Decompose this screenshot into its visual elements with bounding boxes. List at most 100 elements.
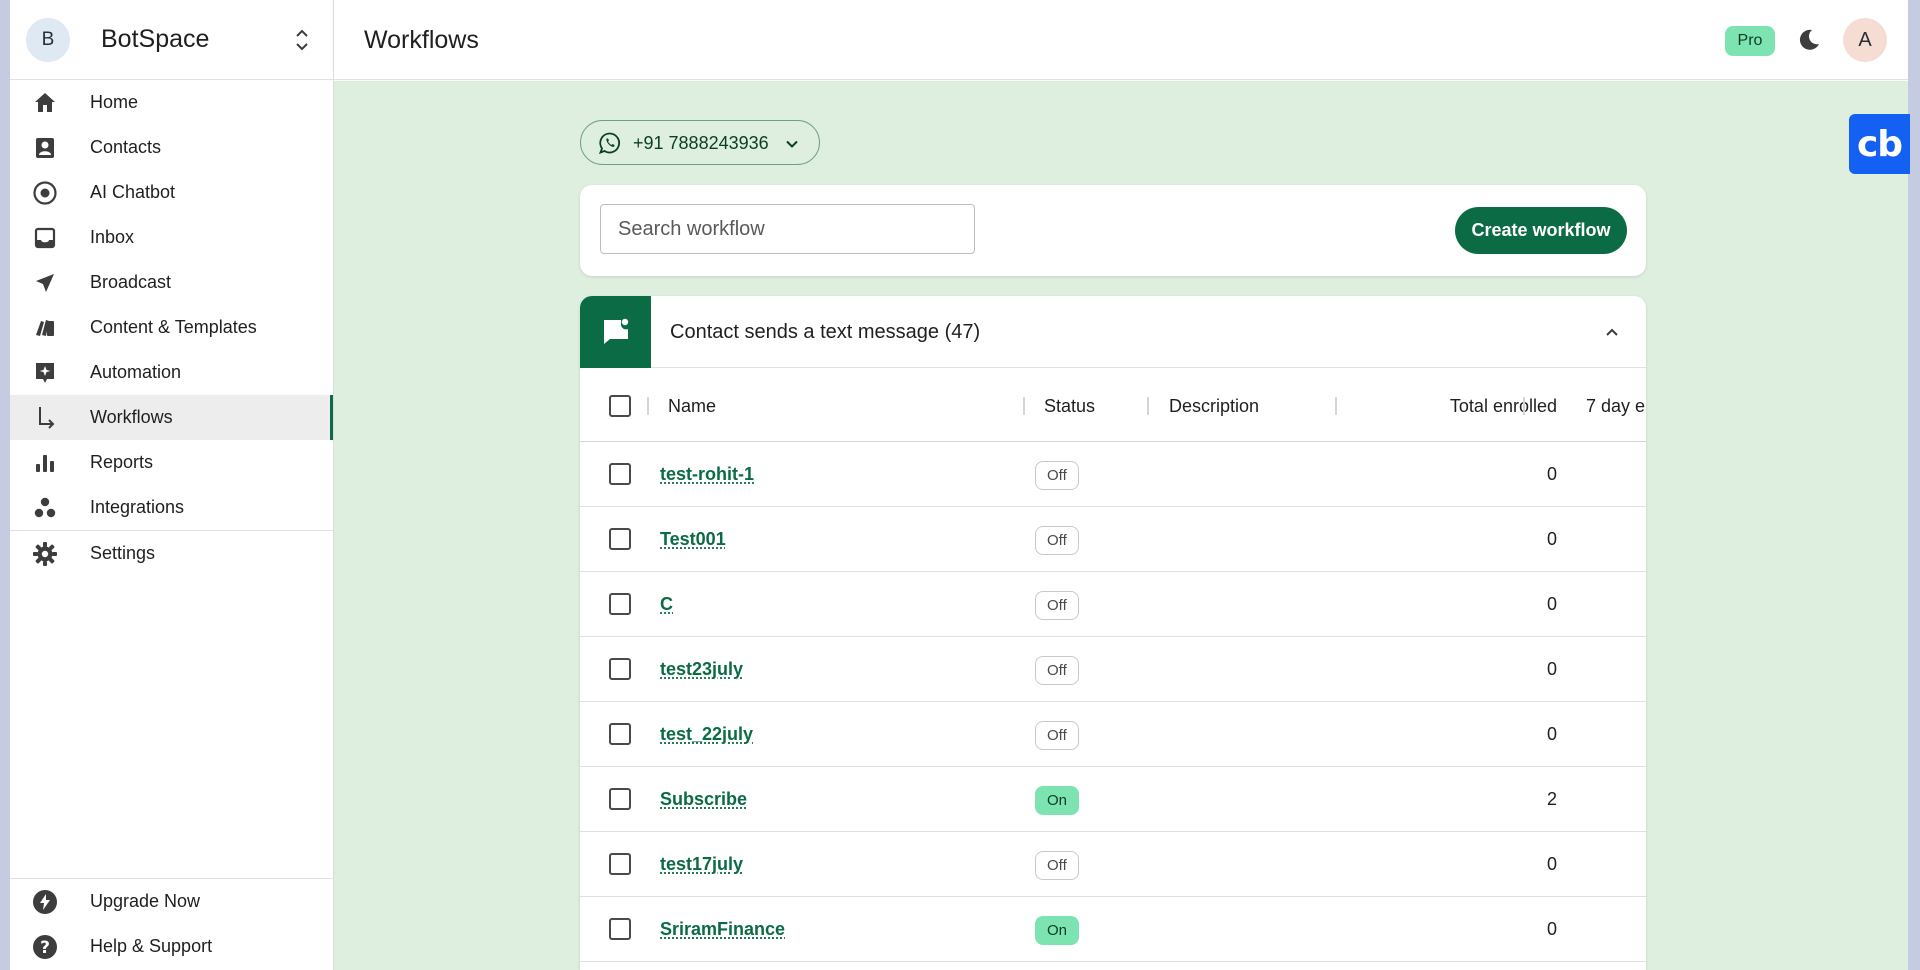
- dark-mode-toggle-icon[interactable]: [1796, 27, 1822, 53]
- workflow-name-link[interactable]: test23july: [660, 659, 743, 680]
- row-checkbox[interactable]: [609, 918, 631, 940]
- column-header-total-enrolled[interactable]: Total enrolled: [1400, 396, 1557, 417]
- column-separator: [1023, 397, 1025, 415]
- sidebar-item-home[interactable]: Home: [10, 80, 333, 125]
- user-avatar[interactable]: A: [1843, 18, 1887, 62]
- workflow-name-link[interactable]: Subscribe: [660, 789, 747, 810]
- status-badge[interactable]: Off: [1035, 851, 1079, 880]
- column-separator: [1523, 397, 1525, 415]
- chevron-down-icon: [786, 140, 798, 148]
- select-all-checkbox[interactable]: [609, 395, 631, 417]
- status-badge[interactable]: Off: [1035, 526, 1079, 555]
- sidebar-item-integrations[interactable]: Integrations: [10, 485, 333, 530]
- ai-chatbot-icon: [32, 180, 58, 206]
- integrations-icon: [32, 495, 58, 521]
- automation-icon: [32, 360, 58, 386]
- floating-widget-button[interactable]: cb: [1849, 114, 1910, 174]
- status-badge[interactable]: Off: [1035, 461, 1079, 490]
- column-separator: [647, 397, 649, 415]
- home-icon: [32, 90, 58, 116]
- search-bar-card: Create workflow: [580, 185, 1646, 276]
- sidebar-item-label: Workflows: [90, 407, 173, 427]
- status-badge[interactable]: Off: [1035, 591, 1079, 620]
- workspace-name: BotSpace: [101, 25, 210, 53]
- sidebar: B BotSpace Home Contacts AI Chatbot Inbo…: [10, 0, 334, 970]
- sidebar-item-label: Home: [90, 92, 139, 112]
- row-checkbox[interactable]: [609, 593, 631, 615]
- row-checkbox[interactable]: [609, 528, 631, 550]
- status-badge[interactable]: Off: [1035, 721, 1079, 750]
- sidebar-item-workflows[interactable]: Workflows: [10, 395, 333, 440]
- status-badge[interactable]: On: [1035, 916, 1080, 945]
- message-trigger-icon: [580, 296, 651, 368]
- sidebar-item-automation[interactable]: Automation: [10, 350, 333, 395]
- create-workflow-button[interactable]: Create workflow: [1455, 207, 1627, 254]
- column-separator: [1147, 397, 1149, 415]
- svg-text:?: ?: [40, 938, 50, 958]
- column-separator: [1335, 397, 1337, 415]
- workflow-name-link[interactable]: test_22july: [660, 724, 753, 745]
- sidebar-item-label: Inbox: [90, 227, 135, 247]
- chevron-up-down-icon[interactable]: [292, 26, 312, 54]
- table-row: C Off 0: [580, 572, 1646, 637]
- table-row: test_22july Off 0: [580, 702, 1646, 767]
- search-input[interactable]: [600, 204, 975, 254]
- column-header-7-day-enrolled[interactable]: 7 day enro: [1586, 396, 1646, 417]
- sidebar-item-upgrade[interactable]: Upgrade Now: [10, 879, 334, 924]
- sidebar-item-label: Contacts: [90, 137, 162, 157]
- total-enrolled-value: 0: [1546, 919, 1557, 939]
- table-row: test-rohit-1 Off 0: [580, 442, 1646, 507]
- sidebar-item-ai-chatbot[interactable]: AI Chatbot: [10, 170, 333, 215]
- sidebar-item-broadcast[interactable]: Broadcast: [10, 260, 333, 305]
- sidebar-item-inbox[interactable]: Inbox: [10, 215, 333, 260]
- workflow-name-link[interactable]: test17july: [660, 854, 743, 875]
- column-header-status[interactable]: Status: [1044, 396, 1095, 417]
- total-enrolled-value: 0: [1546, 529, 1557, 549]
- total-enrolled-value: 0: [1546, 659, 1557, 679]
- sidebar-item-label: AI Chatbot: [90, 182, 176, 202]
- workspace-switcher[interactable]: B BotSpace: [10, 0, 333, 80]
- row-checkbox[interactable]: [609, 658, 631, 680]
- sidebar-bottom: Upgrade Now ? Help & Support: [10, 878, 334, 969]
- row-checkbox[interactable]: [609, 463, 631, 485]
- sidebar-item-label: Automation: [90, 362, 182, 382]
- sidebar-item-help[interactable]: ? Help & Support: [10, 924, 334, 969]
- workflow-group-title: Contact sends a text message (47): [670, 321, 981, 343]
- broadcast-icon: [32, 270, 58, 296]
- row-checkbox[interactable]: [609, 788, 631, 810]
- workflow-name-link[interactable]: test-rohit-1: [660, 464, 754, 485]
- phone-number-select[interactable]: +91 7888243936: [580, 120, 820, 165]
- top-bar: Workflows Pro A: [334, 0, 1908, 80]
- workflow-group-card: Contact sends a text message (47) Name S…: [580, 296, 1646, 970]
- total-enrolled-value: 0: [1546, 594, 1557, 614]
- column-header-name[interactable]: Name: [668, 396, 716, 417]
- status-badge[interactable]: Off: [1035, 656, 1079, 685]
- plan-badge: Pro: [1725, 26, 1775, 56]
- contacts-icon: [32, 135, 58, 161]
- sidebar-item-label: Broadcast: [90, 272, 172, 292]
- table-header: Name Status Description Total enrolled 7…: [580, 368, 1646, 442]
- bolt-icon: [32, 889, 58, 915]
- chevron-up-icon[interactable]: [1603, 323, 1621, 341]
- workflow-group-header[interactable]: Contact sends a text message (47): [580, 296, 1646, 368]
- main-content: +91 7888243936 Create workflow Contact s…: [334, 81, 1908, 970]
- sidebar-item-contacts[interactable]: Contacts: [10, 125, 333, 170]
- sidebar-item-reports[interactable]: Reports: [10, 440, 333, 485]
- column-header-description[interactable]: Description: [1169, 396, 1259, 417]
- total-enrolled-value: 2: [1546, 789, 1557, 809]
- help-icon: ?: [32, 934, 58, 960]
- table-row: test17july Off 0: [580, 832, 1646, 897]
- inbox-icon: [32, 225, 58, 251]
- row-checkbox[interactable]: [609, 723, 631, 745]
- workspace-avatar: B: [26, 17, 70, 62]
- sidebar-item-settings[interactable]: Settings: [10, 531, 333, 576]
- sidebar-item-content-templates[interactable]: Content & Templates: [10, 305, 333, 350]
- total-enrolled-value: 0: [1546, 724, 1557, 744]
- workflow-name-link[interactable]: SriramFinance: [660, 919, 785, 940]
- sidebar-item-label: Reports: [90, 452, 154, 472]
- workflow-name-link[interactable]: C: [660, 594, 673, 615]
- row-checkbox[interactable]: [609, 853, 631, 875]
- reports-icon: [32, 450, 58, 476]
- status-badge[interactable]: On: [1035, 786, 1080, 815]
- workflow-name-link[interactable]: Test001: [660, 529, 726, 550]
